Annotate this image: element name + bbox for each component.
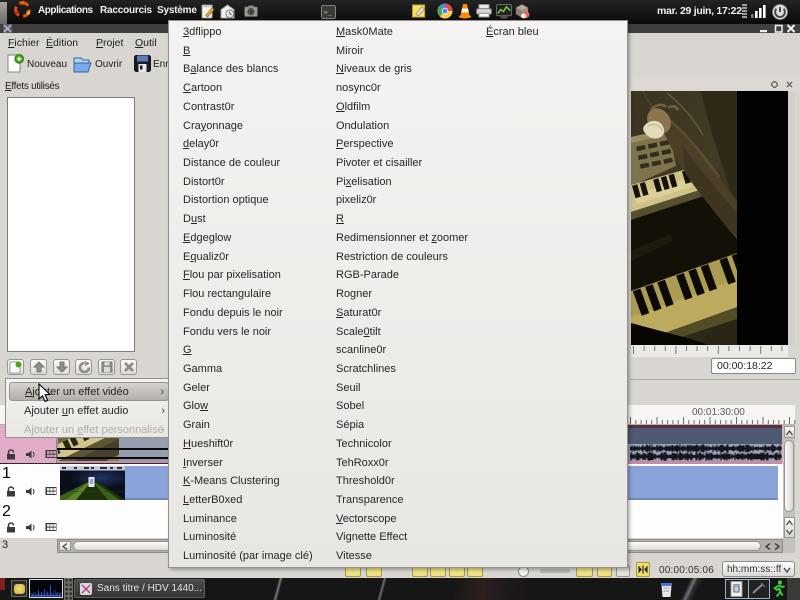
svg-text:>_: >_ xyxy=(324,9,332,16)
